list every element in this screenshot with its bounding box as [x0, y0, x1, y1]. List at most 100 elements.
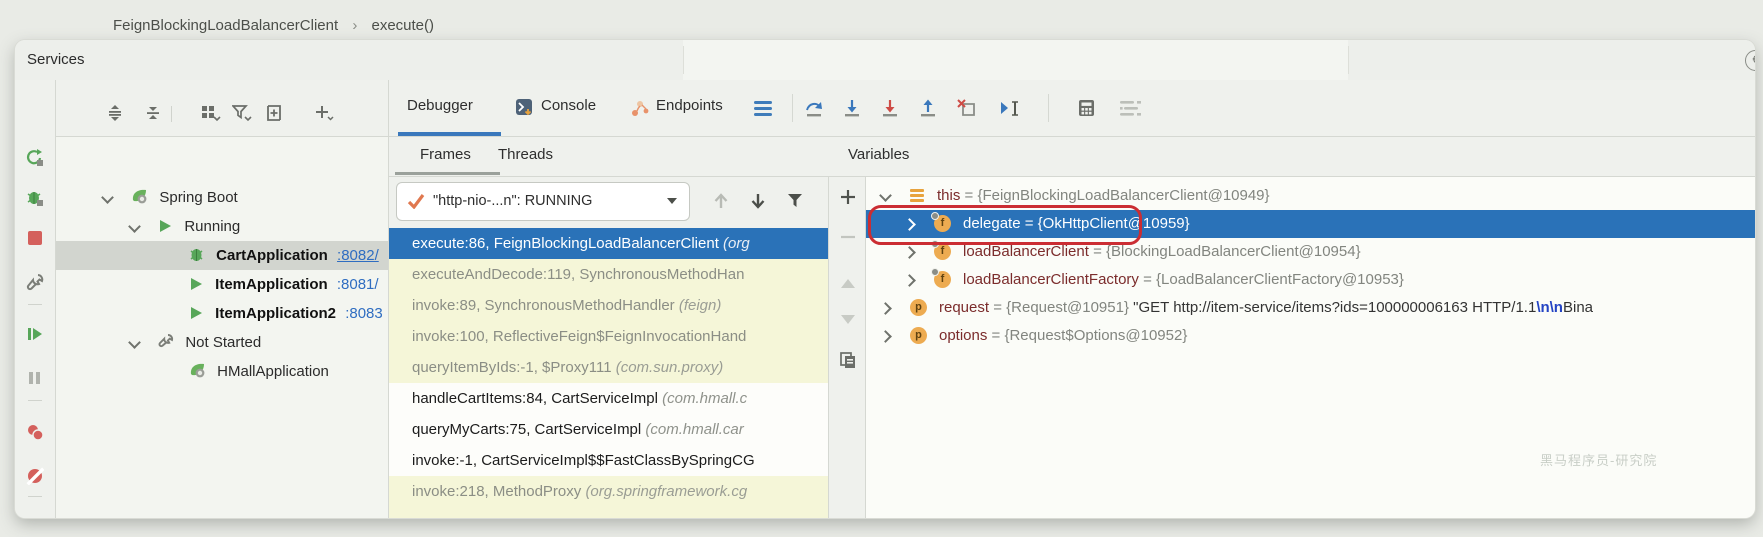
tree-node-hmall-application[interactable]: HMallApplication — [55, 357, 388, 386]
group-by-icon[interactable] — [201, 104, 219, 122]
run-icon — [157, 218, 173, 234]
add-service-icon[interactable] — [315, 104, 333, 122]
tab-endpoints[interactable]: Endpoints — [656, 80, 723, 136]
services-toolbar — [55, 80, 388, 136]
frame-row[interactable]: invoke:-1, CartServiceImpl$$FastClassByS… — [388, 445, 828, 476]
debug-bug-icon[interactable] — [26, 189, 44, 207]
variable-string-value: "GET http://item-service/items?ids=10000… — [1133, 299, 1536, 316]
panel-divider[interactable] — [388, 80, 389, 518]
step-into-icon[interactable] — [843, 99, 861, 117]
app-port-link[interactable]: :8082/ — [337, 247, 379, 264]
app-port-link[interactable]: :8083 — [345, 305, 383, 322]
chevron-down-icon[interactable] — [128, 220, 141, 233]
collapse-all-icon[interactable] — [144, 104, 162, 122]
more-menu-icon[interactable] — [754, 100, 772, 118]
expand-all-icon[interactable] — [106, 104, 124, 122]
frame-row[interactable]: execute:86, FeignBlockingLoadBalancerCli… — [388, 228, 828, 259]
chevron-right-icon[interactable] — [903, 274, 916, 287]
frame-row[interactable]: invoke:89, SynchronousMethodHandler (fei… — [388, 290, 828, 321]
tab-threads[interactable]: Threads — [498, 136, 553, 176]
tree-node-item-application[interactable]: ItemApplication :8081/ — [55, 270, 388, 299]
evaluate-expression-icon[interactable] — [1078, 99, 1096, 117]
parameter-icon: p — [910, 327, 927, 344]
toolbar-divider — [1048, 94, 1049, 122]
variable-name: this — [937, 187, 960, 204]
variable-value: = {Request$Options@10952} — [987, 327, 1187, 344]
watches-toolbar — [828, 176, 866, 518]
variable-name: loadBalancerClientFactory — [963, 271, 1139, 288]
chevron-down-icon[interactable] — [128, 336, 141, 349]
rerun-icon[interactable] — [26, 149, 44, 167]
variable-row-loadbalancerclient[interactable]: f loadBalancerClient = {BlockingLoadBala… — [866, 238, 1755, 266]
run-to-cursor-icon[interactable] — [1000, 99, 1018, 117]
tree-node-spring-boot[interactable]: Spring Boot — [55, 183, 388, 212]
frame-row[interactable]: executeAndDecode:119, SynchronousMethodH… — [388, 259, 828, 290]
toolbar-divider — [28, 496, 42, 497]
escape-sequence: \n\n — [1536, 299, 1563, 316]
thread-selector-value: "http-nio-...n": RUNNING — [433, 183, 592, 219]
mute-breakpoints-icon[interactable] — [26, 467, 44, 485]
step-out-icon[interactable] — [919, 99, 937, 117]
frame-package: (org — [723, 235, 750, 252]
variable-name: options — [939, 327, 987, 344]
tab-frames[interactable]: Frames — [420, 136, 471, 176]
view-breakpoints-icon[interactable] — [26, 423, 44, 441]
variable-row-this[interactable]: this = {FeignBlockingLoadBalancerClient@… — [866, 182, 1755, 210]
variable-row-delegate[interactable]: f delegate = {OkHttpClient@10959} — [866, 210, 1755, 238]
chevron-right-icon[interactable] — [879, 302, 892, 315]
tab-label: Console — [541, 97, 596, 114]
frame-package: (org.springframework.cg — [585, 483, 747, 500]
tree-node-not-started[interactable]: Not Started — [55, 328, 388, 357]
filter-icon[interactable] — [232, 104, 250, 122]
tree-node-running[interactable]: Running — [55, 212, 388, 241]
drop-frame-icon[interactable] — [957, 99, 975, 117]
chevron-right-icon[interactable] — [879, 330, 892, 343]
pin-icon — [931, 268, 939, 276]
thread-selector[interactable]: "http-nio-...n": RUNNING — [396, 182, 690, 221]
force-step-into-icon[interactable] — [881, 99, 899, 117]
frame-row[interactable]: handleCartItems:84, CartServiceImpl (com… — [388, 383, 828, 414]
variable-value: = {Request@10951} — [989, 299, 1133, 316]
frame-row-partial[interactable] — [388, 507, 828, 518]
variable-name: delegate — [963, 215, 1021, 232]
wrench-icon — [157, 333, 174, 350]
frame-row[interactable]: invoke:218, MethodProxy (org.springframe… — [388, 476, 828, 507]
active-subtab-underline — [395, 172, 500, 175]
variable-row-options[interactable]: p options = {Request$Options@10952} — [866, 322, 1755, 350]
step-over-icon[interactable] — [805, 99, 823, 117]
next-frame-icon[interactable] — [748, 191, 768, 211]
hide-frames-filter-icon[interactable] — [786, 192, 804, 210]
duplicate-watch-icon[interactable] — [839, 351, 857, 369]
frame-row[interactable]: invoke:100, ReflectiveFeign$FeignInvocat… — [388, 321, 828, 352]
breadcrumb-class[interactable]: FeignBlockingLoadBalancerClient — [113, 17, 338, 34]
variables-header: Variables — [828, 136, 1755, 176]
tree-node-cart-application[interactable]: CartApplication :8082/ — [55, 241, 388, 270]
resume-program-icon[interactable] — [26, 325, 44, 343]
variable-row-loadbalancerclientfactory[interactable]: f loadBalancerClientFactory = {LoadBalan… — [866, 266, 1755, 294]
add-watch-icon[interactable] — [839, 188, 857, 206]
variables-panel-title: Variables — [848, 136, 909, 174]
frame-row[interactable]: queryItemByIds:-1, $Proxy111 (com.sun.pr… — [388, 352, 828, 383]
stop-icon[interactable] — [26, 229, 44, 247]
move-watch-down-icon — [839, 310, 857, 328]
frame-package: (feign) — [679, 297, 722, 314]
chevron-right-icon[interactable] — [903, 246, 916, 259]
chevron-right-icon[interactable] — [903, 218, 916, 231]
window-options-icon[interactable]: € — [1745, 50, 1755, 71]
tab-debugger[interactable]: Debugger — [407, 80, 473, 136]
app-name: ItemApplication2 — [215, 305, 336, 322]
frame-row[interactable]: queryMyCarts:75, CartServiceImpl (com.hm… — [388, 414, 828, 445]
build-settings-wrench-icon[interactable] — [26, 273, 44, 291]
toolbar-divider — [28, 304, 42, 305]
variable-row-request[interactable]: p request = {Request@10951} "GET http://… — [866, 294, 1755, 322]
chevron-down-icon[interactable] — [101, 191, 114, 204]
services-panel-title[interactable]: Services — [27, 40, 85, 80]
frame-text: executeAndDecode:119, SynchronousMethodH… — [412, 266, 744, 283]
chevron-down-icon[interactable] — [879, 189, 892, 202]
tab-console[interactable]: Console — [541, 80, 596, 136]
frame-text: invoke:100, ReflectiveFeign$FeignInvocat… — [412, 328, 746, 345]
tree-node-item-application2[interactable]: ItemApplication2 :8083 — [55, 299, 388, 328]
add-tab-icon[interactable] — [264, 104, 282, 122]
app-port-link[interactable]: :8081/ — [337, 276, 379, 293]
breadcrumb-method[interactable]: execute() — [371, 17, 434, 34]
